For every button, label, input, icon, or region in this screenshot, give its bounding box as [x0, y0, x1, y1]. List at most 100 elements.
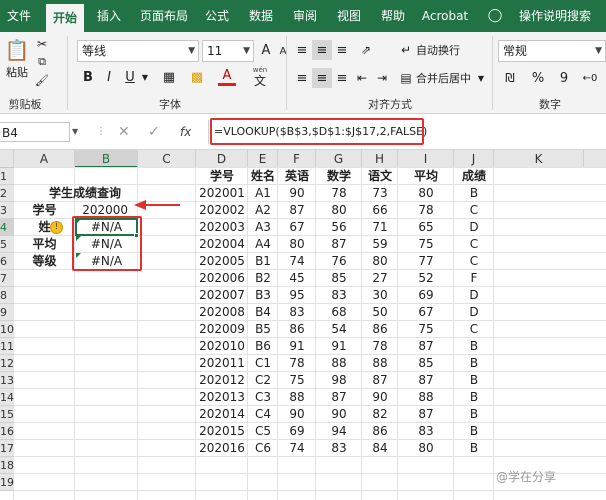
orientation-icon[interactable]: ⇗ — [354, 40, 378, 60]
table-cell[interactable]: B — [454, 423, 494, 440]
borders-icon[interactable]: ▦ — [160, 68, 178, 86]
table-cell[interactable]: 83 — [398, 423, 454, 440]
align-left-icon[interactable]: ≡ — [292, 68, 312, 88]
table-header[interactable]: 姓名 — [248, 168, 278, 185]
table-cell[interactable]: 74 — [278, 253, 316, 270]
table-cell[interactable]: 86 — [278, 321, 316, 338]
table-cell[interactable]: 91 — [278, 338, 316, 355]
italic-button[interactable]: I — [101, 68, 117, 86]
table-cell[interactable]: 87 — [398, 372, 454, 389]
table-cell[interactable]: B2 — [248, 270, 278, 287]
table-cell[interactable]: 87 — [278, 202, 316, 219]
table-cell[interactable]: 67 — [398, 304, 454, 321]
column-header[interactable]: C — [138, 150, 196, 168]
table-cell[interactable]: 87 — [362, 372, 398, 389]
table-cell[interactable]: A1 — [248, 185, 278, 202]
select-all-corner[interactable] — [0, 150, 14, 168]
table-cell[interactable]: 202010 — [196, 338, 248, 355]
table-cell[interactable]: 50 — [362, 304, 398, 321]
table-cell[interactable]: 88 — [398, 389, 454, 406]
phonetic-button[interactable]: wén 文 — [248, 66, 272, 90]
table-cell[interactable]: 45 — [278, 270, 316, 287]
tab-file[interactable]: 文件 — [0, 0, 38, 32]
table-cell[interactable]: 77 — [398, 253, 454, 270]
decimal-icon[interactable]: ←0 — [578, 68, 602, 88]
table-cell[interactable]: 78 — [316, 185, 362, 202]
table-cell[interactable]: 90 — [362, 389, 398, 406]
column-header[interactable]: A — [14, 150, 75, 168]
wrap-text-button[interactable]: 自动换行 — [416, 40, 466, 60]
bold-button[interactable]: B — [80, 68, 96, 86]
table-cell[interactable]: 88 — [278, 389, 316, 406]
tab-page-layout[interactable]: 页面布局 — [134, 0, 194, 32]
table-header[interactable]: 英语 — [278, 168, 316, 185]
align-middle-icon[interactable]: ≡ — [312, 40, 332, 60]
font-shrink-button[interactable]: A — [276, 43, 290, 59]
row-header[interactable]: 13 — [0, 372, 14, 389]
name-box[interactable]: B4 — [0, 122, 70, 142]
font-color-button[interactable]: A — [218, 68, 236, 86]
table-cell[interactable]: 87 — [398, 406, 454, 423]
row-header[interactable]: 14 — [0, 389, 14, 406]
table-cell[interactable]: 75 — [398, 321, 454, 338]
align-center-icon[interactable]: ≡ — [312, 68, 332, 88]
format-painter-icon[interactable]: 🖌 — [34, 72, 50, 88]
cancel-icon[interactable]: ✕ — [118, 122, 132, 142]
table-cell[interactable]: 95 — [278, 287, 316, 304]
table-cell[interactable]: 90 — [278, 185, 316, 202]
table-cell[interactable]: 91 — [316, 338, 362, 355]
table-cell[interactable]: 83 — [316, 287, 362, 304]
tab-insert[interactable]: 插入 — [90, 0, 128, 32]
merge-icon[interactable]: ▤ — [398, 68, 414, 88]
table-cell[interactable]: 202003 — [196, 219, 248, 236]
row-header[interactable]: 15 — [0, 406, 14, 423]
row-header[interactable]: 10 — [0, 321, 14, 338]
table-cell[interactable]: 202007 — [196, 287, 248, 304]
font-name-select[interactable]: 等线 ▼ — [77, 40, 199, 62]
table-cell[interactable]: B — [454, 440, 494, 457]
table-cell[interactable]: 202009 — [196, 321, 248, 338]
error-warning-icon[interactable]: ! — [50, 221, 63, 234]
table-cell[interactable]: 87 — [398, 338, 454, 355]
lightbulb-icon[interactable]: ◯ — [486, 0, 504, 32]
table-cell[interactable]: 202013 — [196, 389, 248, 406]
table-cell[interactable]: 98 — [316, 372, 362, 389]
table-cell[interactable]: C — [454, 321, 494, 338]
table-cell[interactable]: 202016 — [196, 440, 248, 457]
table-cell[interactable]: 80 — [278, 236, 316, 253]
table-cell[interactable]: 202004 — [196, 236, 248, 253]
table-cell[interactable]: 75 — [278, 372, 316, 389]
column-header[interactable]: H — [362, 150, 398, 168]
table-cell[interactable]: 27 — [362, 270, 398, 287]
table-cell[interactable]: 202005 — [196, 253, 248, 270]
table-header[interactable]: 成绩 — [454, 168, 494, 185]
table-cell[interactable]: 87 — [316, 236, 362, 253]
table-cell[interactable]: 86 — [362, 321, 398, 338]
tab-view[interactable]: 视图 — [330, 0, 368, 32]
table-cell[interactable]: 202002 — [196, 202, 248, 219]
table-cell[interactable]: B3 — [248, 287, 278, 304]
column-header[interactable]: G — [316, 150, 362, 168]
row-header[interactable]: 5 — [0, 236, 14, 253]
column-header[interactable]: K — [494, 150, 584, 168]
table-cell[interactable]: 202015 — [196, 423, 248, 440]
table-cell[interactable]: 82 — [362, 406, 398, 423]
column-header[interactable]: J — [454, 150, 494, 168]
table-cell[interactable]: 90 — [278, 406, 316, 423]
table-cell[interactable]: C — [454, 202, 494, 219]
table-cell[interactable]: 83 — [278, 304, 316, 321]
table-cell[interactable]: 85 — [316, 270, 362, 287]
column-header[interactable]: F — [278, 150, 316, 168]
table-cell[interactable]: 86 — [362, 423, 398, 440]
row-header[interactable]: 18 — [0, 457, 14, 474]
chevron-down-icon[interactable]: ▼ — [72, 122, 82, 142]
table-cell[interactable]: 80 — [398, 440, 454, 457]
table-cell[interactable]: 54 — [316, 321, 362, 338]
row-header[interactable]: 9 — [0, 304, 14, 321]
table-header[interactable]: 平均 — [398, 168, 454, 185]
row-header[interactable]: 7 — [0, 270, 14, 287]
table-cell[interactable]: A3 — [248, 219, 278, 236]
row-header[interactable]: 1 — [0, 168, 14, 185]
cut-icon[interactable]: ✂ — [34, 36, 50, 52]
row-header[interactable]: 4 — [0, 219, 14, 236]
